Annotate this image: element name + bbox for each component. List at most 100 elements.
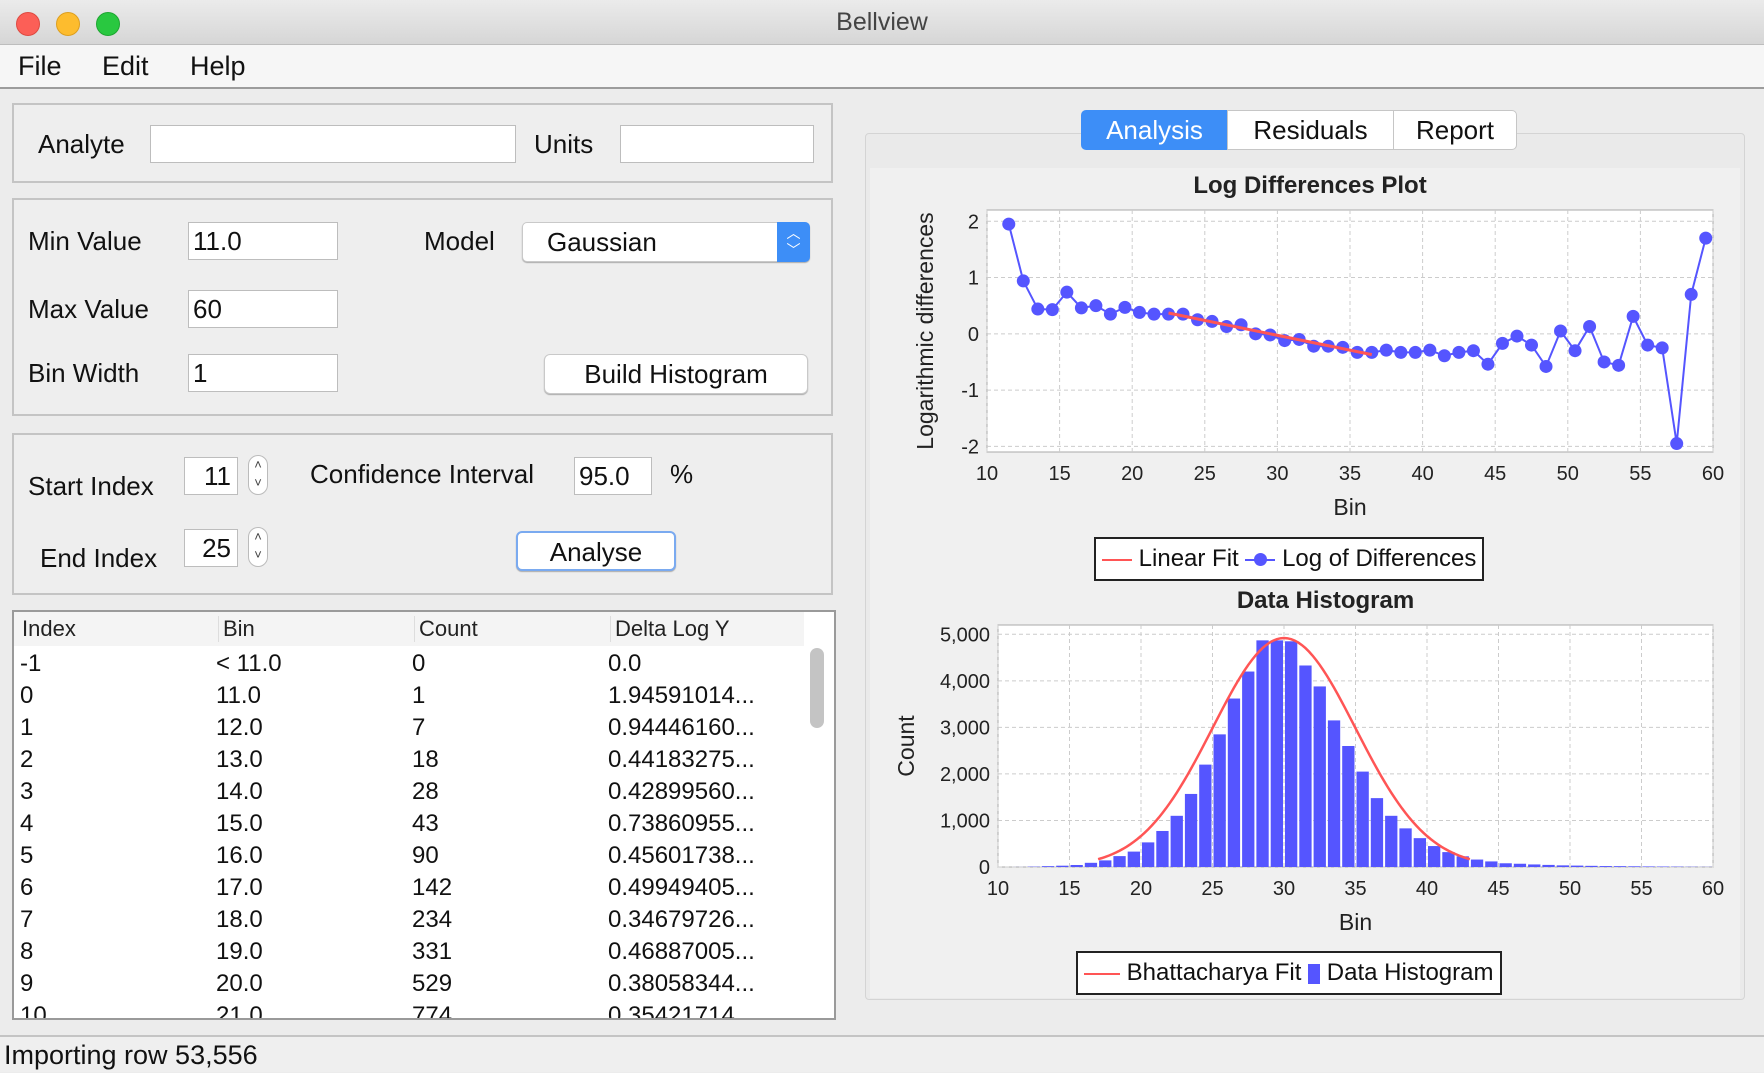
x-axis-label: Bin xyxy=(1339,909,1372,935)
y-tick-label: -2 xyxy=(961,436,979,458)
x-tick-label: 35 xyxy=(1339,463,1361,485)
legend-linear-fit: Linear Fit xyxy=(1139,545,1239,572)
log-difference-point xyxy=(1554,325,1567,338)
log-difference-point xyxy=(1510,330,1523,343)
histogram-bar xyxy=(1485,861,1497,867)
x-tick-label: 50 xyxy=(1559,878,1581,900)
x-tick-label: 55 xyxy=(1629,463,1651,485)
x-tick-label: 30 xyxy=(1273,878,1295,900)
log-difference-point xyxy=(1569,344,1582,357)
histogram-bar xyxy=(1528,864,1540,867)
log-difference-point xyxy=(1627,310,1640,323)
log-difference-point xyxy=(1670,437,1683,450)
log-difference-point xyxy=(1118,301,1131,314)
histogram-legend: Bhattacharya Fit Data Histogram xyxy=(1076,951,1502,995)
log-difference-point xyxy=(1060,286,1073,299)
histogram-bar xyxy=(1514,864,1526,867)
y-tick-label: 1 xyxy=(968,268,979,290)
chart-title: Data Histogram xyxy=(1237,587,1414,614)
x-tick-label: 40 xyxy=(1411,463,1433,485)
log-difference-point xyxy=(1641,339,1654,352)
histogram-bar xyxy=(1614,866,1626,867)
histogram-bar xyxy=(1071,865,1083,867)
linear-fit-legend-swatch xyxy=(1102,559,1132,561)
x-tick-label: 45 xyxy=(1484,463,1506,485)
histogram-bar xyxy=(1299,665,1311,867)
log-difference-point xyxy=(1017,274,1030,287)
histogram-bar xyxy=(1500,863,1512,867)
legend-data-histogram: Data Histogram xyxy=(1327,959,1494,986)
log-difference-point xyxy=(1540,360,1553,373)
histogram-bar xyxy=(1285,641,1297,867)
x-tick-label: 45 xyxy=(1487,878,1509,900)
histogram-bar xyxy=(1185,794,1197,867)
log-difference-point xyxy=(1467,344,1480,357)
x-tick-label: 10 xyxy=(976,463,998,485)
histogram-bar xyxy=(1099,860,1111,867)
x-tick-label: 25 xyxy=(1201,878,1223,900)
y-tick-label: 4,000 xyxy=(940,671,990,693)
log-difference-point xyxy=(1394,346,1407,359)
histogram-bar xyxy=(1471,860,1483,867)
y-tick-label: 2 xyxy=(968,211,979,233)
log-differences-legend-swatch xyxy=(1245,559,1275,561)
log-difference-point xyxy=(1583,320,1596,333)
histogram-bar xyxy=(1328,720,1340,867)
x-tick-label: 25 xyxy=(1194,463,1216,485)
histogram-bar xyxy=(1399,828,1411,867)
log-difference-point xyxy=(1525,339,1538,352)
log-difference-point xyxy=(1046,303,1059,316)
y-axis-label: Count xyxy=(893,715,919,777)
histogram-bar xyxy=(1385,816,1397,867)
legend-bhattacharya-fit: Bhattacharya Fit xyxy=(1127,959,1302,986)
histogram-bar xyxy=(1414,838,1426,867)
histogram-bar xyxy=(1585,866,1597,867)
histogram-bar xyxy=(1342,746,1354,867)
log-plot-legend: Linear Fit Log of Differences xyxy=(1094,537,1484,581)
histogram-bar xyxy=(1056,866,1068,867)
histogram-bar xyxy=(1542,865,1554,867)
log-difference-point xyxy=(1452,346,1465,359)
histogram-bar xyxy=(1242,672,1254,867)
log-difference-point xyxy=(1089,299,1102,312)
y-tick-label: 1,000 xyxy=(940,810,990,832)
chart-title: Log Differences Plot xyxy=(1193,172,1426,199)
x-tick-label: 40 xyxy=(1416,878,1438,900)
log-difference-point xyxy=(1612,359,1625,372)
log-difference-point xyxy=(1147,308,1160,321)
histogram-bar xyxy=(1643,866,1655,867)
x-axis-label: Bin xyxy=(1333,494,1366,520)
histogram-legend-swatch xyxy=(1308,964,1320,984)
y-tick-label: 3,000 xyxy=(940,717,990,739)
log-difference-point xyxy=(1409,346,1422,359)
histogram-bar xyxy=(1156,831,1168,867)
x-tick-label: 20 xyxy=(1130,878,1152,900)
y-tick-label: 0 xyxy=(979,857,990,879)
log-difference-point xyxy=(1423,344,1436,357)
histogram-bar xyxy=(1371,798,1383,867)
fit-legend-swatch xyxy=(1084,973,1120,975)
y-tick-label: -1 xyxy=(961,380,979,402)
histogram-bar xyxy=(1228,699,1240,867)
x-tick-label: 55 xyxy=(1630,878,1652,900)
y-tick-label: 2,000 xyxy=(940,764,990,786)
x-tick-label: 10 xyxy=(987,878,1009,900)
y-axis-label: Logarithmic differences xyxy=(912,212,938,449)
histogram-bar xyxy=(1128,852,1140,867)
histogram-bar xyxy=(1628,866,1640,867)
log-difference-point xyxy=(1598,355,1611,368)
histogram-bar xyxy=(1142,842,1154,867)
log-difference-point xyxy=(1133,306,1146,319)
histogram-bar xyxy=(1442,852,1454,867)
x-tick-label: 35 xyxy=(1344,878,1366,900)
x-tick-label: 20 xyxy=(1121,463,1143,485)
log-difference-point xyxy=(1002,218,1015,231)
histogram-bar xyxy=(1085,863,1097,867)
log-difference-point xyxy=(1075,301,1088,314)
charts-svg: 1015202530354045505560-2-1012Log Differe… xyxy=(0,0,1764,1072)
histogram-bar xyxy=(1214,734,1226,867)
log-difference-point xyxy=(1685,288,1698,301)
histogram-bar xyxy=(1199,765,1211,867)
log-difference-point xyxy=(1104,308,1117,321)
y-tick-label: 0 xyxy=(968,324,979,346)
